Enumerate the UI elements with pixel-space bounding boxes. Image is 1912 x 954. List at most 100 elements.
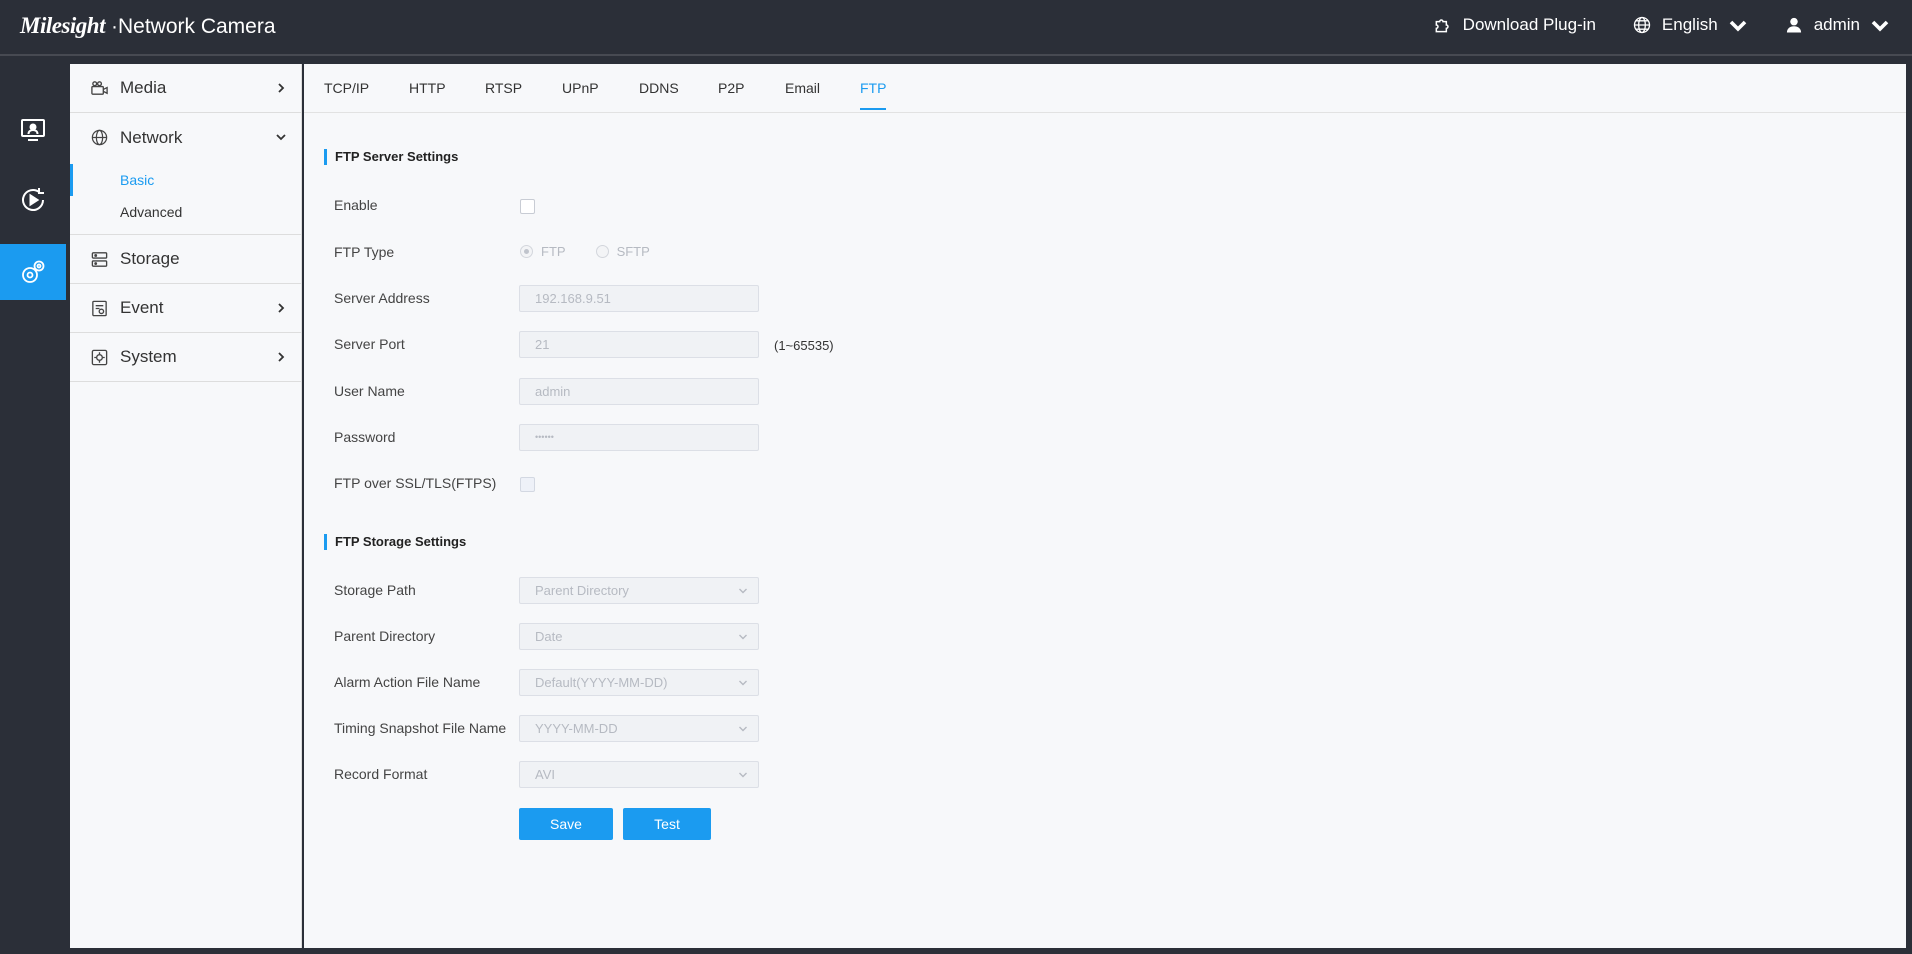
user-name-label: User Name	[334, 383, 405, 399]
enable-label: Enable	[334, 197, 378, 213]
record-format-value: AVI	[535, 767, 555, 782]
language-label: English	[1661, 15, 1718, 34]
storage-path-select[interactable]: Parent Directory	[519, 577, 759, 604]
ftp-storage-section-title: FTP Storage Settings	[324, 534, 466, 550]
nav-group-system[interactable]: System	[70, 333, 301, 382]
nav-group-network[interactable]: Network	[70, 113, 301, 162]
test-button[interactable]: Test	[623, 808, 711, 840]
nav-group-event[interactable]: Event	[70, 284, 301, 333]
chevron-right-icon	[278, 352, 285, 362]
chevron-down-icon	[276, 134, 286, 141]
globe-icon	[91, 129, 108, 146]
ftp-type-radio-group: FTP SFTP	[520, 244, 650, 259]
chevron-down-icon	[1729, 20, 1746, 32]
playback-icon	[22, 188, 44, 211]
brand: Milesight ·Network Camera	[20, 13, 276, 39]
chevron-down-icon	[739, 726, 747, 732]
record-format-label: Record Format	[334, 766, 428, 782]
user-name-input[interactable]: admin	[519, 378, 759, 405]
nav-label-network: Network	[120, 127, 183, 147]
parent-directory-select[interactable]: Date	[519, 623, 759, 650]
snapshot-file-name-value: YYYY-MM-DD	[535, 721, 618, 736]
nav-group-storage[interactable]: Storage	[70, 235, 301, 284]
tab-rtsp[interactable]: RTSP	[485, 80, 522, 96]
password-label: Password	[334, 429, 396, 445]
ftp-type-label: FTP Type	[334, 244, 395, 260]
alarm-file-name-value: Default(YYYY-MM-DD)	[535, 675, 668, 690]
language-dropdown[interactable]: English	[1632, 15, 1748, 35]
nav-network-submenu: Basic Advanced	[70, 162, 301, 235]
globe-icon	[1633, 16, 1651, 34]
top-right-menu: Download Plug-in English admin	[1433, 15, 1890, 35]
nav-item-advanced[interactable]: Advanced	[70, 196, 301, 228]
save-button[interactable]: Save	[519, 808, 613, 840]
rail-live-view-button[interactable]	[0, 102, 66, 158]
tab-ddns[interactable]: DDNS	[639, 80, 679, 96]
chevron-down-icon	[1871, 20, 1889, 32]
ftps-label: FTP over SSL/TLS(FTPS)	[334, 475, 497, 491]
nav-group-media[interactable]: Media	[70, 64, 301, 113]
event-icon	[92, 300, 107, 317]
storage-path-value: Parent Directory	[535, 583, 629, 598]
settings-icon	[22, 260, 45, 283]
alarm-file-name-label: Alarm Action File Name	[334, 674, 481, 690]
snapshot-file-name-select[interactable]: YYYY-MM-DD	[519, 715, 759, 742]
rail-settings-button[interactable]	[0, 244, 66, 300]
nav-label-media: Media	[120, 78, 167, 97]
parent-directory-value: Date	[535, 629, 563, 644]
network-tabs: TCP/IP HTTP RTSP UPnP DDNS P2P Email FTP	[304, 64, 1906, 113]
tab-ftp[interactable]: FTP	[860, 80, 887, 110]
user-dropdown[interactable]: admin	[1784, 15, 1890, 35]
ftp-type-sftp-label: SFTP	[616, 244, 650, 259]
user-label: admin	[1813, 15, 1860, 34]
icon-rail	[0, 58, 66, 954]
record-format-select[interactable]: AVI	[519, 761, 759, 788]
download-plugin-label: Download Plug-in	[1462, 15, 1596, 34]
tab-p2p[interactable]: P2P	[718, 80, 744, 96]
nav-label-event: Event	[120, 298, 164, 317]
server-port-range-hint: (1~65535)	[774, 338, 834, 353]
nav-item-basic[interactable]: Basic	[70, 164, 301, 196]
camera-icon	[91, 81, 108, 95]
snapshot-file-name-label: Timing Snapshot File Name	[334, 720, 507, 736]
brand-title: ·Network Camera	[110, 15, 276, 38]
download-plugin-link[interactable]: Download Plug-in	[1433, 15, 1596, 35]
chevron-right-icon	[278, 83, 285, 93]
tab-email[interactable]: Email	[785, 80, 820, 96]
ftp-type-sftp-radio[interactable]: SFTP	[595, 244, 650, 259]
radio-indicator	[595, 245, 609, 258]
parent-directory-label: Parent Directory	[334, 628, 436, 644]
chevron-down-icon	[739, 680, 747, 686]
server-address-label: Server Address	[334, 290, 430, 306]
nav-label-storage: Storage	[120, 249, 180, 268]
tab-upnp[interactable]: UPnP	[562, 80, 599, 96]
server-address-input[interactable]: 192.168.9.51	[519, 285, 759, 312]
password-input[interactable]: ••••••	[519, 424, 759, 451]
ftps-checkbox[interactable]	[520, 477, 535, 492]
user-icon	[1786, 17, 1801, 33]
chevron-down-icon	[739, 588, 747, 594]
radio-indicator	[520, 245, 533, 258]
settings-nav: Media Network Basic Advanced Storage Eve…	[70, 64, 302, 948]
chevron-right-icon	[278, 303, 285, 313]
chevron-down-icon	[739, 772, 747, 778]
server-port-input[interactable]: 21	[519, 331, 759, 358]
server-port-label: Server Port	[334, 336, 405, 352]
system-icon	[91, 349, 108, 366]
enable-checkbox[interactable]	[520, 199, 535, 214]
rail-playback-button[interactable]	[0, 172, 66, 228]
storage-icon	[91, 252, 108, 267]
monitor-icon	[21, 119, 45, 141]
tab-tcpip[interactable]: TCP/IP	[324, 80, 369, 96]
brand-logo: Milesight	[20, 13, 105, 38]
top-bar: Milesight ·Network Camera Download Plug-…	[0, 0, 1912, 56]
nav-label-system: System	[120, 347, 177, 366]
ftp-type-ftp-label: FTP	[541, 244, 566, 259]
main-content: TCP/IP HTTP RTSP UPnP DDNS P2P Email FTP…	[304, 64, 1906, 948]
storage-path-label: Storage Path	[334, 582, 416, 598]
chevron-down-icon	[739, 634, 747, 640]
tab-http[interactable]: HTTP	[409, 80, 446, 96]
ftp-type-ftp-radio[interactable]: FTP	[520, 244, 566, 259]
alarm-file-name-select[interactable]: Default(YYYY-MM-DD)	[519, 669, 759, 696]
brand-title-text: Network Camera	[117, 15, 276, 38]
